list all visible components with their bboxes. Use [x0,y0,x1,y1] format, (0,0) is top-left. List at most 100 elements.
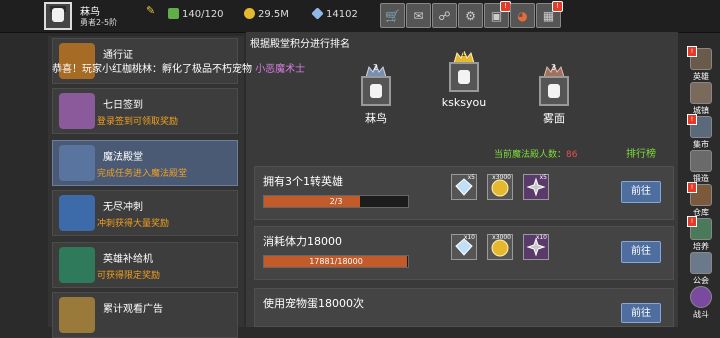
crown-hall-icon [59,145,95,181]
supply-machine-icon [59,247,95,283]
menu-item-subtitle: 完成任务进入魔法殿堂 [97,169,188,179]
go-button[interactable]: 前往 [621,181,661,203]
settings-button[interactable]: ⚙ [458,3,483,28]
task-progress-bar: 17881/18000 [263,255,409,268]
top-bar: 菻鸟 勇者2-5阶 ✎ 140/120 29.5M 14102 🛒 ✉ ☍ ⚙ … [0,0,720,33]
silver-crown-icon: 2 [365,62,387,78]
task-row: 消耗体力18000 17881/18000 x10 x3000 x10 前往 [254,226,674,280]
broadcast-marquee: 恭喜！玩家小红枷桃林：孵化了极品不朽宠物 小恶魔术士 [52,60,305,75]
right-sidebar: ! 英雄 城镇 ! 集市 锻造 ! 仓库 ! 培养 公会 战斗 [682,44,720,327]
shop-cart-button[interactable]: 🛒 [380,3,405,28]
stamina-value: 140/120 [182,9,224,20]
podium-rank-3[interactable]: 3 雾面 [532,62,576,126]
menu-item-watch-ads[interactable]: 累计观看广告 [52,292,238,338]
coin-resource: 29.5M [244,8,289,20]
sprint-shield-icon [59,195,95,231]
stamina-icon [168,8,179,19]
settings-gear-icon: ⚙ [465,8,476,23]
menu-item-hero-supply[interactable]: 英雄补给机 可获得限定奖励 [52,242,238,288]
rank-number: 3 [551,63,557,72]
task-row: 拥有3个1转英雄 2/3 x5 x3000 x5 前往 [254,166,674,220]
treasure-chest-icon [59,93,95,129]
podium-rank-2[interactable]: 2 菻鸟 [354,62,398,126]
hall-population: 当前魔法殿人数：86 [494,147,577,160]
chat-button[interactable]: ☍ [432,3,457,28]
menu-item-title: 无尽冲刺 [103,202,143,213]
player-portrait [539,76,569,106]
podium-name: ksksyou [441,96,487,109]
marquee-text: 恭喜！玩家小红枷桃林：孵化了极品不朽宠物 [52,64,252,75]
menu-item-title: 魔法殿堂 [103,152,143,163]
reward-slot[interactable]: x3000 [487,234,513,260]
gem-value: 14102 [326,9,358,20]
color-wheel-icon: ◕ [517,8,528,23]
reward-slot[interactable]: x5 [523,174,549,200]
menu-item-subtitle: 登录签到可领取奖励 [97,117,179,127]
warehouse-icon: ! [687,182,712,206]
reward-count: x3000 [492,174,511,181]
ad-reward-icon [59,297,95,333]
coin-value: 29.5M [258,9,289,20]
forge-icon [690,150,712,172]
go-button[interactable]: 前往 [621,303,661,323]
population-label: 当前魔法殿人数： [494,150,567,160]
magic-hall-panel: 根据殿堂积分进行排名 2 菻鸟 1 ksksyou 3 雾面 当前魔法殿人数：8… [246,32,678,327]
task-progress-text: 17881/18000 [309,257,363,266]
menu-item-seven-day-signin[interactable]: 七日签到 登录签到可领取奖励 [52,88,238,134]
color-button[interactable]: ◕ [510,3,535,28]
guild-icon [690,252,712,274]
player-portrait [449,62,479,92]
menu-item-subtitle: 冲刺获得大量奖励 [97,219,170,229]
ranking-title: 根据殿堂积分进行排名 [250,39,350,50]
sidebar-label: 集市 [693,140,709,149]
leaderboard-button[interactable]: 排行榜 [626,145,656,160]
task-title: 消耗体力18000 [263,235,342,248]
edit-name-icon[interactable]: ✎ [146,4,155,17]
town-icon [690,82,712,104]
menu-item-title: 累计观看广告 [103,304,163,315]
marquee-pet-name: 小恶魔术士 [255,64,306,75]
go-button[interactable]: 前往 [621,241,661,263]
player-rank: 勇者2-5阶 [80,18,118,27]
sidebar-label: 英雄 [693,72,709,81]
shop-cart-icon: 🛒 [385,8,400,23]
coin-icon [244,8,255,19]
menu-item-title: 七日签到 [103,100,143,111]
bronze-crown-icon: 3 [543,62,565,78]
menu-item-endless-sprint[interactable]: 无尽冲刺 冲刺获得大量奖励 [52,190,238,236]
battle-icon [690,286,712,308]
reward-count: x10 [463,234,475,241]
gem-resource: 14102 [311,7,358,20]
reward-slot[interactable]: x10 [451,234,477,260]
reward-slot[interactable]: x3000 [487,174,513,200]
sidebar-label: 战斗 [693,310,709,319]
notify-badge: ! [552,1,563,12]
rank-number: 1 [461,49,467,58]
reward-count: x3000 [492,234,511,241]
sidebar-label: 公会 [693,276,709,285]
rank-number: 2 [373,63,379,72]
mail-button[interactable]: ✉ [406,3,431,28]
task-progress-text: 2/3 [329,197,343,206]
reward-slot[interactable]: x10 [523,234,549,260]
sidebar-item-battle[interactable]: 战斗 [684,286,718,326]
gift-button[interactable]: ▣! [484,1,511,28]
player-avatar[interactable] [44,2,72,30]
calendar-button[interactable]: ▦! [536,1,563,28]
reward-slot[interactable]: x5 [451,174,477,200]
train-icon: ! [687,216,712,240]
mail-icon: ✉ [413,8,424,23]
task-title: 使用宠物蛋18000次 [263,297,364,310]
podium-rank-1[interactable]: 1 ksksyou [434,48,494,109]
task-progress-bar: 2/3 [263,195,409,208]
market-icon: ! [687,114,712,138]
task-row: 使用宠物蛋18000次 前往 [254,288,674,327]
task-title: 拥有3个1转英雄 [263,175,343,188]
population-value: 86 [566,150,578,160]
reward-count: x5 [467,174,475,181]
stamina-resource: 140/120 [168,8,224,20]
menu-item-magic-hall[interactable]: 魔法殿堂 完成任务进入魔法殿堂 [52,140,238,186]
gem-icon [311,7,324,20]
menu-item-subtitle: 可获得限定奖励 [97,271,161,281]
menu-item-title: 通行证 [103,50,133,61]
